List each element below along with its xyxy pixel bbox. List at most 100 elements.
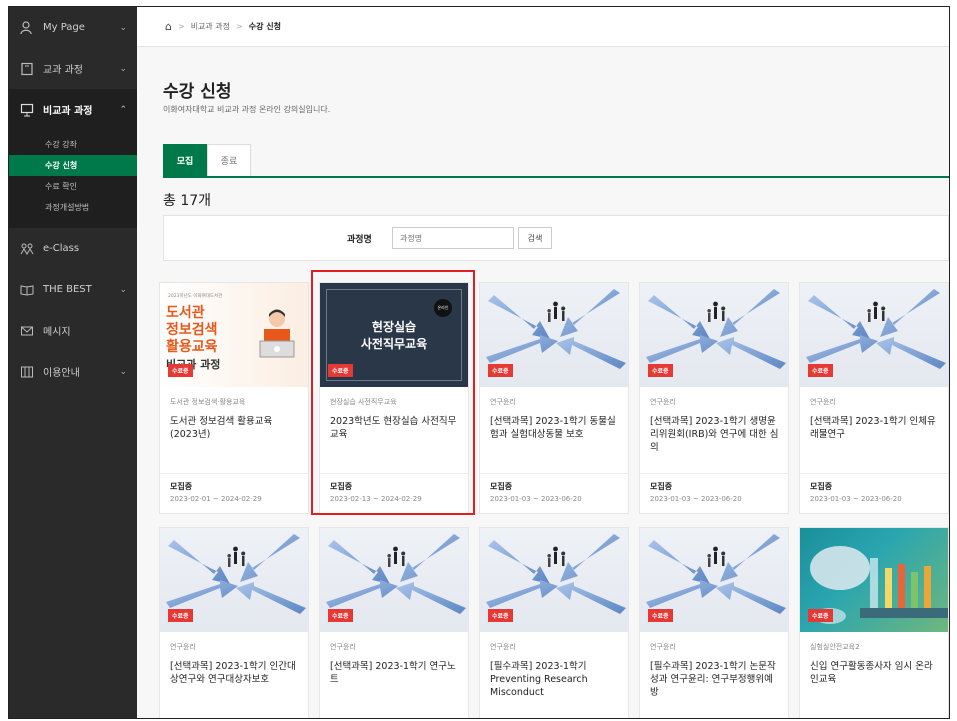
person-laptop-icon <box>259 309 295 358</box>
certificate-badge: 수료증 <box>168 364 193 377</box>
tab-closed[interactable]: 종료 <box>207 144 251 176</box>
sidebar-item-label: 비교과 과정 <box>43 106 93 117</box>
certificate-badge: 수료증 <box>168 609 193 622</box>
course-thumbnail: 수료증 <box>640 283 788 387</box>
course-period: 2023-01-03 ~ 2023-06-20 <box>810 495 902 503</box>
course-status: 모집중 <box>810 482 833 491</box>
sidebar-item-curriculum[interactable]: 교과 과정 ⌄ <box>9 48 137 89</box>
thumb-title: 도서관 정보검색 활용교육 <box>166 305 218 355</box>
chevron-up-icon: ⌃ <box>119 104 127 115</box>
course-thumbnail: 수료증 <box>320 528 468 632</box>
book-icon <box>19 61 35 77</box>
search-input[interactable] <box>392 227 514 249</box>
chevron-down-icon: ⌄ <box>119 22 127 33</box>
breadcrumb-separator: > <box>236 22 243 31</box>
course-title[interactable]: [선택과목] 2023-1학기 인간대상연구와 연구대상자보호 <box>170 660 300 686</box>
course-title[interactable]: 도서관 정보검색 활용교육 (2023년) <box>170 415 300 441</box>
course-title[interactable]: [선택과목] 2023-1학기 연구노트 <box>330 660 460 686</box>
breadcrumb: ⌂ > 비교과 과정 > 수강 신청 <box>137 7 949 47</box>
course-card[interactable]: 2023학년도 이화여대도서관 도서관 정보검색 활용교육 비교과 과정 수료증… <box>159 282 309 514</box>
home-icon[interactable]: ⌂ <box>165 20 172 33</box>
course-category: 도서관 정보검색·활용교육 <box>170 398 246 406</box>
course-card[interactable]: 수료증 연구윤리 [선택과목] 2023-1학기 인체유래물연구 모집중 202… <box>799 282 949 514</box>
chevron-down-icon: ⌄ <box>119 63 127 74</box>
search-button[interactable]: 검색 <box>518 227 552 249</box>
course-status: 모집중 <box>490 482 513 491</box>
course-title[interactable]: [선택과목] 2023-1학기 생명윤리위원회(IRB)와 연구에 대한 심의 <box>650 415 780 454</box>
course-title[interactable]: [선택과목] 2023-1학기 인체유래물연구 <box>810 415 940 441</box>
course-card[interactable]: 수료증 연구윤리 [선택과목] 2023-1학기 인간대상연구와 연구대상자보호 <box>159 527 309 718</box>
guide-icon <box>19 364 35 380</box>
course-thumbnail: 2023학년도 이화여대도서관 도서관 정보검색 활용교육 비교과 과정 수료증 <box>160 283 308 387</box>
board-icon <box>19 102 35 118</box>
certificate-badge: 수료증 <box>808 364 833 377</box>
breadcrumb-current: 수강 신청 <box>248 22 281 31</box>
course-thumbnail: 수료증 <box>480 283 628 387</box>
certificate-badge: 수료증 <box>808 609 833 622</box>
course-card[interactable]: 수료증 연구윤리 [필수과목] 2023-1학기 논문작성과 연구윤리: 연구부… <box>639 527 789 718</box>
course-category: 실험실안전교육2 <box>810 643 860 651</box>
course-category: 연구윤리 <box>170 643 196 651</box>
sidebar-item-message[interactable]: 메시지 <box>9 310 137 351</box>
breadcrumb-separator: > <box>177 22 185 31</box>
sidebar-item-thebest[interactable]: THE BEST ⌄ <box>9 269 137 310</box>
card-divider <box>800 473 948 474</box>
course-card[interactable]: 수료증 연구윤리 [선택과목] 2023-1학기 생명윤리위원회(IRB)와 연… <box>639 282 789 514</box>
subnav-my-courses[interactable]: 수강 강좌 <box>9 134 137 155</box>
certificate-badge: 수료증 <box>488 609 513 622</box>
certificate-badge: 수료증 <box>328 609 353 622</box>
tab-recruiting[interactable]: 모집 <box>163 144 207 176</box>
total-count: 총 17개 <box>163 193 212 209</box>
course-title[interactable]: [필수과목] 2023-1학기 Preventing Research Misc… <box>490 660 620 699</box>
course-card[interactable]: 수료증 실험실안전교육2 신입 연구활동종사자 임시 온라인교육 <box>799 527 949 718</box>
course-title[interactable]: [필수과목] 2023-1학기 논문작성과 연구윤리: 연구부정행위예방 <box>650 660 780 699</box>
sidebar-item-extracurricular[interactable]: 비교과 과정 ⌃ <box>9 89 137 130</box>
user-icon <box>19 20 35 36</box>
thumb-caption: 2023학년도 이화여대도서관 <box>168 294 223 299</box>
sidebar-item-label: THE BEST <box>43 284 92 295</box>
subnav-completion[interactable]: 수료 확인 <box>9 176 137 197</box>
course-title[interactable]: 신입 연구활동종사자 임시 온라인교육 <box>810 660 940 686</box>
course-card[interactable]: 수료증 연구윤리 [선택과목] 2023-1학기 연구노트 <box>319 527 469 718</box>
main-content: ⌂ > 비교과 과정 > 수강 신청 수강 신청 이화여자대학교 비교과 과정 … <box>137 7 949 718</box>
selection-highlight <box>311 270 475 515</box>
course-category: 연구윤리 <box>650 643 676 651</box>
breadcrumb-level1[interactable]: 비교과 과정 <box>191 21 230 32</box>
certificate-badge: 수료증 <box>488 364 513 377</box>
course-thumbnail: 수료증 <box>800 283 948 387</box>
search-label: 과정명 <box>347 234 372 245</box>
course-card[interactable]: 수료증 연구윤리 [선택과목] 2023-1학기 동물실험과 실험대상동물 보호… <box>479 282 629 514</box>
card-divider <box>640 473 788 474</box>
subnav-course-creation[interactable]: 과정개설방법 <box>9 197 137 218</box>
search-panel: 과정명 검색 <box>163 215 949 261</box>
certificate-badge: 수료증 <box>648 609 673 622</box>
course-thumbnail: 수료증 <box>480 528 628 632</box>
sidebar-item-mypage[interactable]: My Page ⌄ <box>9 7 137 48</box>
card-divider <box>160 473 308 474</box>
card-divider <box>480 473 628 474</box>
course-status: 모집중 <box>170 482 193 491</box>
open-book-icon <box>19 282 35 298</box>
course-category: 연구윤리 <box>330 643 356 651</box>
course-status: 모집중 <box>650 482 673 491</box>
course-card[interactable]: 수료증 연구윤리 [필수과목] 2023-1학기 Preventing Rese… <box>479 527 629 718</box>
sidebar-item-label: e-Class <box>43 243 80 254</box>
course-category: 연구윤리 <box>490 643 516 651</box>
page-description: 이화여자대학교 비교과 과정 온라인 강의실입니다. <box>163 105 331 114</box>
course-period: 2023-01-03 ~ 2023-06-20 <box>650 495 742 503</box>
course-period: 2023-02-01 ~ 2024-02-29 <box>170 495 262 503</box>
course-period: 2023-01-03 ~ 2023-06-20 <box>490 495 582 503</box>
sidebar-item-label: 메시지 <box>43 327 71 338</box>
sidebar-item-guide[interactable]: 이용안내 ⌄ <box>9 351 137 392</box>
sidebar-subnav: 수강 강좌 수강 신청 수료 확인 과정개설방법 <box>9 130 137 228</box>
chevron-down-icon: ⌄ <box>119 284 127 295</box>
course-thumbnail: 수료증 <box>800 528 948 632</box>
browser-frame: My Page ⌄ 교과 과정 ⌄ 비교과 과정 ⌃ 수강 강좌 수강 신청 수… <box>8 6 950 719</box>
sidebar-item-eclass[interactable]: e-Class <box>9 228 137 269</box>
sidebar-item-label: 교과 과정 <box>43 65 83 76</box>
chevron-down-icon: ⌄ <box>119 366 127 377</box>
certificate-badge: 수료증 <box>648 364 673 377</box>
subnav-enrollment[interactable]: 수강 신청 <box>9 155 137 176</box>
course-title[interactable]: [선택과목] 2023-1학기 동물실험과 실험대상동물 보호 <box>490 415 620 441</box>
sidebar-item-label: My Page <box>43 22 85 33</box>
